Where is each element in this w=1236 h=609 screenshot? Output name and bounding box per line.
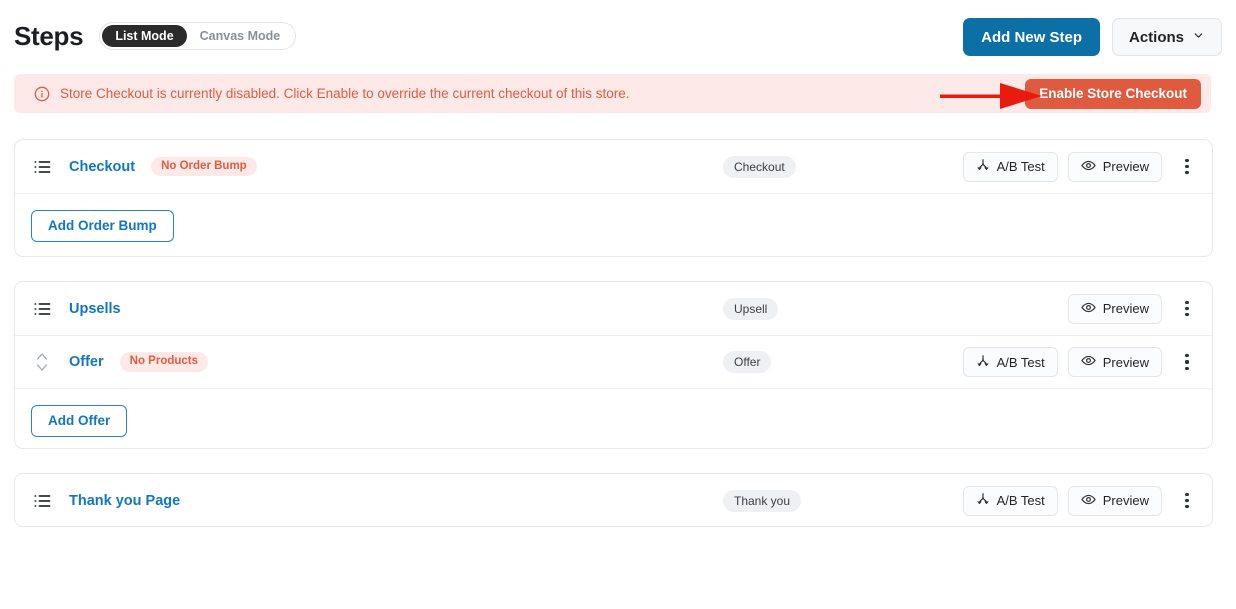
step-row-lead: Checkout No Order Bump	[31, 156, 257, 177]
more-options-icon[interactable]	[1176, 347, 1198, 377]
alert-text: Store Checkout is currently disabled. Cl…	[60, 86, 630, 101]
ab-test-label: A/B Test	[996, 159, 1045, 174]
more-options-icon[interactable]	[1176, 152, 1198, 182]
step-type-tag: Thank you	[723, 489, 802, 512]
info-circle-icon	[34, 86, 50, 102]
step-name-link[interactable]: Upsells	[69, 301, 121, 317]
step-card-upsells: Upsells Upsell Preview Offer No Products…	[14, 281, 1213, 449]
ab-test-button[interactable]: A/B Test	[962, 347, 1058, 377]
step-type-group: Checkout	[723, 155, 796, 178]
step-row-offer[interactable]: Offer No Products Offer A/B Test Preview	[15, 335, 1212, 388]
alert-action-group: Enable Store Checkout	[1025, 78, 1201, 109]
add-new-step-button[interactable]: Add New Step	[963, 18, 1100, 56]
step-row-actions: Preview	[1067, 293, 1198, 324]
eye-icon	[1081, 353, 1096, 371]
preview-label: Preview	[1102, 354, 1149, 370]
eye-icon	[1081, 492, 1096, 510]
status-badge: No Products	[119, 352, 209, 372]
preview-button[interactable]: Preview	[1067, 347, 1162, 377]
step-type-tag: Offer	[723, 351, 772, 373]
enable-store-checkout-button[interactable]: Enable Store Checkout	[1025, 78, 1201, 109]
more-options-icon[interactable]	[1176, 294, 1198, 324]
add-offer-button[interactable]: Add Offer	[31, 404, 128, 437]
view-mode-toggle[interactable]: List Mode Canvas Mode	[99, 22, 297, 50]
page-title: Steps	[14, 20, 84, 51]
ab-test-button[interactable]: A/B Test	[962, 485, 1058, 516]
step-name-link[interactable]: Thank you Page	[69, 493, 180, 509]
step-type-tag: Upsell	[723, 297, 779, 320]
ab-test-icon	[976, 492, 990, 509]
header-actions: Add New Step Actions	[963, 18, 1222, 56]
step-type-tag: Checkout	[723, 155, 796, 178]
ab-test-label: A/B Test	[996, 493, 1045, 508]
step-type-group: Thank you	[723, 489, 802, 512]
store-checkout-alert: Store Checkout is currently disabled. Cl…	[14, 74, 1211, 113]
step-row-lead: Thank you Page	[31, 491, 180, 511]
more-options-icon[interactable]	[1176, 486, 1198, 516]
ab-test-icon	[976, 158, 990, 175]
preview-button[interactable]: Preview	[1067, 485, 1162, 516]
sort-updown-icon[interactable]	[31, 351, 53, 373]
preview-label: Preview	[1102, 301, 1149, 316]
card-footer-upsells: Add Offer	[15, 388, 1212, 452]
step-type-group: Upsell	[723, 297, 779, 320]
step-type-group: Offer	[723, 351, 772, 373]
actions-button[interactable]: Actions	[1111, 18, 1222, 56]
step-card-thank-you: Thank you Page Thank you A/B Test Previe…	[14, 473, 1213, 527]
step-card-checkout: Checkout No Order Bump Checkout A/B Test	[14, 139, 1213, 257]
preview-button[interactable]: Preview	[1067, 293, 1162, 324]
step-name-link[interactable]: Checkout	[69, 159, 135, 175]
ab-test-icon	[976, 354, 990, 371]
list-icon[interactable]	[31, 491, 53, 511]
eye-icon	[1081, 158, 1096, 176]
card-footer-checkout: Add Order Bump	[15, 193, 1212, 257]
preview-label: Preview	[1102, 159, 1149, 174]
step-row-actions: A/B Test Preview	[962, 485, 1198, 516]
status-badge: No Order Bump	[151, 156, 257, 177]
list-icon[interactable]	[31, 299, 53, 319]
add-order-bump-button[interactable]: Add Order Bump	[31, 209, 174, 242]
actions-label: Actions	[1128, 28, 1184, 46]
list-icon[interactable]	[31, 157, 53, 177]
mode-canvas[interactable]: Canvas Mode	[187, 25, 294, 48]
step-row-actions: A/B Test Preview	[962, 347, 1198, 377]
step-name-link[interactable]: Offer	[69, 354, 104, 370]
step-row-upsells[interactable]: Upsells Upsell Preview	[15, 282, 1212, 335]
steps-page: Steps List Mode Canvas Mode Add New Step…	[0, 0, 1236, 609]
step-row-actions: A/B Test Preview	[962, 151, 1198, 182]
ab-test-label: A/B Test	[996, 354, 1045, 370]
step-row-thank-you[interactable]: Thank you Page Thank you A/B Test Previe…	[15, 474, 1212, 527]
step-row-checkout[interactable]: Checkout No Order Bump Checkout A/B Test	[15, 140, 1212, 193]
preview-button[interactable]: Preview	[1067, 151, 1162, 182]
eye-icon	[1081, 300, 1096, 318]
step-row-lead: Offer No Products	[31, 351, 209, 373]
chevron-down-icon	[1192, 29, 1205, 46]
ab-test-button[interactable]: A/B Test	[962, 151, 1058, 182]
step-row-lead: Upsells	[31, 299, 121, 319]
preview-label: Preview	[1102, 493, 1149, 508]
mode-list[interactable]: List Mode	[102, 24, 187, 48]
alert-message-group: Store Checkout is currently disabled. Cl…	[34, 86, 630, 102]
